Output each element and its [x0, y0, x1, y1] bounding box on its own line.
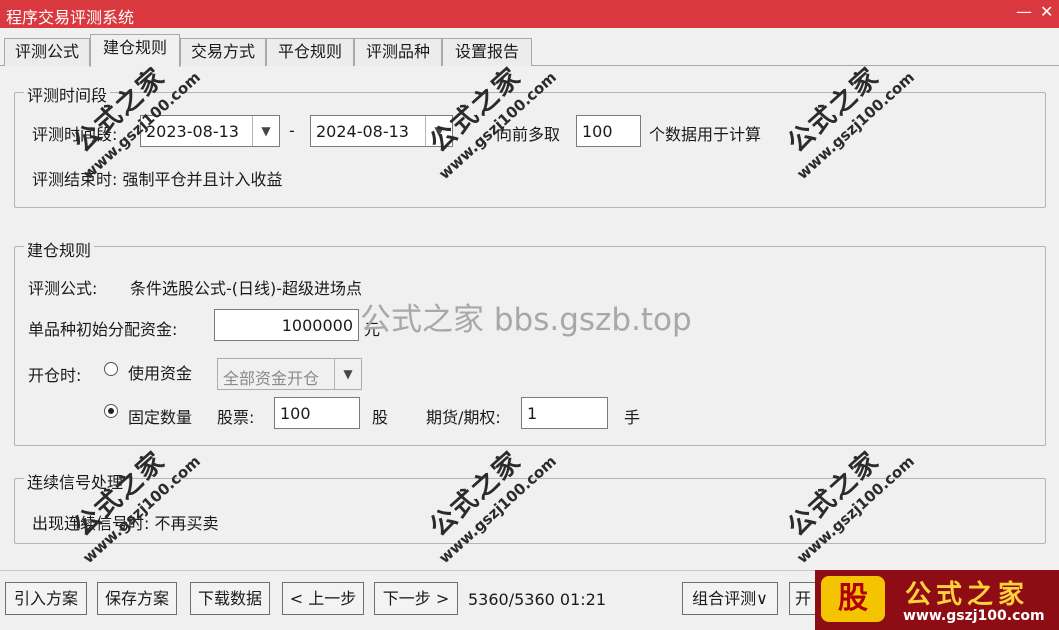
end-date-picker[interactable]: 2024-08-13 ▼: [310, 115, 453, 147]
period-group: [14, 92, 1046, 208]
futures-qty-input[interactable]: 1: [521, 397, 608, 429]
lookback-input[interactable]: 100: [576, 115, 641, 147]
window-title: 程序交易评测系统: [6, 8, 135, 27]
dropdown-arrow-icon[interactable]: ▼: [334, 359, 361, 389]
dropdown-arrow-icon[interactable]: ▼: [425, 116, 452, 146]
lookback-suffix: 个数据用于计算: [649, 125, 762, 144]
capital-input[interactable]: 1000000: [214, 309, 359, 341]
logo-text: 公式之家: [905, 580, 1030, 610]
futures-label: 期货/期权:: [426, 408, 501, 427]
tab-close-rules[interactable]: 平仓规则: [266, 38, 354, 66]
capital-mode-value: 全部资金开仓: [223, 369, 320, 388]
title-bar: 程序交易评测系统 — ✕: [0, 0, 1059, 28]
combo-eval-button[interactable]: 组合评测∨: [682, 582, 778, 615]
fixed-qty-radio[interactable]: [104, 404, 118, 418]
end-note: 评测结束时: 强制平仓并且计入收益: [32, 170, 283, 189]
import-plan-button[interactable]: 引入方案: [5, 582, 87, 615]
stock-label: 股票:: [217, 408, 255, 427]
start-date-value: 2023-08-13: [146, 122, 239, 141]
use-capital-label: 使用资金: [128, 364, 193, 383]
end-date-value: 2024-08-13: [316, 122, 409, 141]
logo-badge: 股: [821, 576, 885, 622]
formula-value: 条件选股公式-(日线)-超级进场点: [130, 279, 363, 298]
dropdown-arrow-icon[interactable]: ▼: [252, 116, 279, 146]
futures-unit: 手: [624, 408, 641, 427]
download-data-button[interactable]: 下载数据: [190, 582, 270, 615]
logo-url: www.gszj100.com: [903, 608, 1045, 624]
tab-trade-mode[interactable]: 交易方式: [180, 38, 266, 66]
site-logo: 股 公式之家 www.gszj100.com: [815, 570, 1059, 630]
prev-step-button[interactable]: < 上一步: [282, 582, 364, 615]
fixed-qty-label: 固定数量: [128, 408, 193, 427]
tab-report[interactable]: 设置报告: [442, 38, 532, 66]
next-step-button[interactable]: 下一步 >: [374, 582, 458, 615]
period-legend: 评测时间段: [24, 82, 111, 106]
capital-unit: 元: [364, 320, 381, 339]
capital-mode-select[interactable]: 全部资金开仓 ▼: [217, 358, 362, 390]
progress-text: 5360/5360 01:21: [468, 590, 607, 609]
signal-text: 出现连续信号时: 不再买卖: [32, 514, 219, 533]
stock-unit: 股: [372, 408, 389, 427]
lookback-prefix: 向前多取: [496, 125, 561, 144]
close-button[interactable]: ✕: [1040, 2, 1053, 21]
tab-strip: 评测公式 建仓规则 交易方式 平仓规则 评测品种 设置报告: [0, 28, 1059, 67]
formula-label: 评测公式:: [28, 279, 98, 298]
minimize-button[interactable]: —: [1016, 2, 1032, 21]
tab-instruments[interactable]: 评测品种: [354, 38, 442, 66]
tab-formula[interactable]: 评测公式: [4, 38, 90, 66]
period-label: 评测时间段:: [32, 125, 118, 144]
date-separator: -: [289, 121, 295, 140]
tab-build-rules[interactable]: 建仓规则: [90, 34, 180, 67]
start-date-picker[interactable]: 2023-08-13 ▼: [140, 115, 280, 147]
signal-legend: 连续信号处理: [24, 469, 127, 493]
build-rules-legend: 建仓规则: [24, 237, 95, 261]
save-plan-button[interactable]: 保存方案: [97, 582, 177, 615]
open-label: 开仓时:: [28, 366, 82, 385]
use-capital-radio[interactable]: [104, 362, 118, 376]
capital-label: 单品种初始分配资金:: [28, 320, 178, 339]
stock-qty-input[interactable]: 100: [274, 397, 360, 429]
